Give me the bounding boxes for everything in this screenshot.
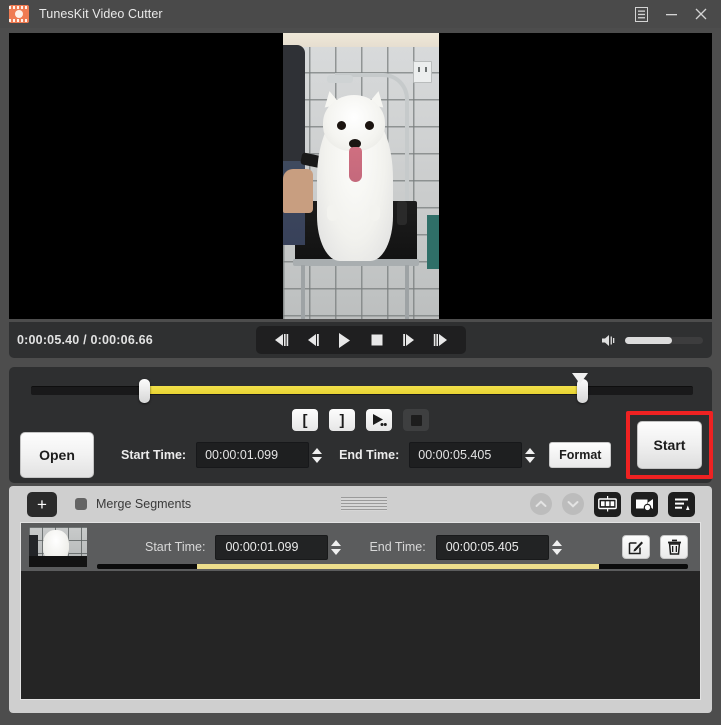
volume-control[interactable] <box>601 333 703 348</box>
end-time-stepper[interactable] <box>522 442 538 468</box>
skip-forward-icon[interactable] <box>428 329 454 351</box>
merge-segments-checkbox[interactable] <box>75 498 87 510</box>
skip-backward-icon[interactable] <box>268 329 294 351</box>
segments-list: Start Time: 00:00:01.099 End Time: 00:00… <box>20 522 701 700</box>
segments-toolbar: + Merge Segments <box>9 486 712 522</box>
start-button[interactable]: Start <box>637 421 702 469</box>
film-strip-icon <box>9 5 29 23</box>
player-control-bar: 0:00:05.40 / 0:00:06.66 <box>9 322 712 358</box>
start-time-input[interactable]: 00:00:01.099 <box>196 442 310 468</box>
volume-icon[interactable] <box>601 333 618 348</box>
play-icon[interactable] <box>332 329 358 351</box>
transport-controls <box>255 326 466 354</box>
video-scene-dog-grooming <box>282 33 439 319</box>
chevron-down-icon[interactable] <box>562 493 584 515</box>
drag-handle-icon[interactable] <box>341 497 387 511</box>
effects-grid-icon[interactable] <box>594 491 621 517</box>
segment-actions <box>622 535 688 559</box>
segment-end-time-input[interactable]: 00:00:05.405 <box>435 534 549 560</box>
table-row[interactable]: Start Time: 00:00:01.099 End Time: 00:00… <box>21 523 700 571</box>
stop-icon[interactable] <box>364 329 390 351</box>
segment-tool-icons <box>530 486 695 522</box>
edit-pencil-icon[interactable] <box>622 535 650 559</box>
next-frame-icon[interactable] <box>396 329 422 351</box>
merge-segments-label: Merge Segments <box>96 497 192 511</box>
app-title: TunesKit Video Cutter <box>39 7 163 21</box>
open-button[interactable]: Open <box>20 432 94 478</box>
segment-end-time-stepper[interactable] <box>549 534 565 560</box>
close-icon[interactable] <box>687 1 715 27</box>
trim-selection-range[interactable] <box>143 386 583 394</box>
video-frame <box>282 33 439 319</box>
menu-icon[interactable] <box>627 1 655 27</box>
list-sort-icon[interactable] <box>668 491 695 517</box>
end-time-input[interactable]: 00:00:05.405 <box>409 442 523 468</box>
add-segment-button[interactable]: + <box>27 491 57 517</box>
window-controls <box>627 0 715 28</box>
segment-start-time-stepper[interactable] <box>328 534 344 560</box>
dog-thumbnail <box>29 527 87 567</box>
video-preview-area[interactable] <box>9 33 712 319</box>
trash-icon[interactable] <box>660 535 688 559</box>
segment-progress-fill <box>197 564 600 569</box>
title-bar: TunesKit Video Cutter <box>0 0 721 28</box>
app-window: TunesKit Video Cutter 0:00:05.40 / 0:00:… <box>0 0 721 725</box>
segment-start-time-input[interactable]: 00:00:01.099 <box>215 534 329 560</box>
previous-frame-icon[interactable] <box>300 329 326 351</box>
segment-end-time-label: End Time: <box>369 540 426 554</box>
chevron-up-icon[interactable] <box>530 493 552 515</box>
minimize-icon[interactable] <box>657 1 685 27</box>
start-time-label: Start Time: <box>121 448 187 462</box>
format-button[interactable]: Format <box>549 442 612 468</box>
end-time-label: End Time: <box>339 448 400 462</box>
segments-panel: + Merge Segments Start Time: 00:00:01.09… <box>9 486 712 713</box>
segment-start-time-label: Start Time: <box>145 540 206 554</box>
trim-range-slider[interactable] <box>31 373 693 403</box>
trim-panel: [ ] Open Start Time: 00:00:01.099 End Ti… <box>9 367 713 483</box>
start-time-stepper[interactable] <box>309 442 325 468</box>
time-display: 0:00:05.40 / 0:00:06.66 <box>17 333 153 347</box>
trim-handle-start[interactable] <box>139 379 150 403</box>
video-snapshot-icon[interactable] <box>631 491 658 517</box>
playhead-marker[interactable] <box>572 373 588 384</box>
volume-slider[interactable] <box>625 336 703 344</box>
segment-progress-bar[interactable] <box>97 564 688 569</box>
trim-controls-row: Open Start Time: 00:00:01.099 End Time: … <box>9 427 712 483</box>
segment-fields: Start Time: 00:00:01.099 End Time: 00:00… <box>145 534 565 560</box>
volume-slider-fill <box>625 336 672 344</box>
